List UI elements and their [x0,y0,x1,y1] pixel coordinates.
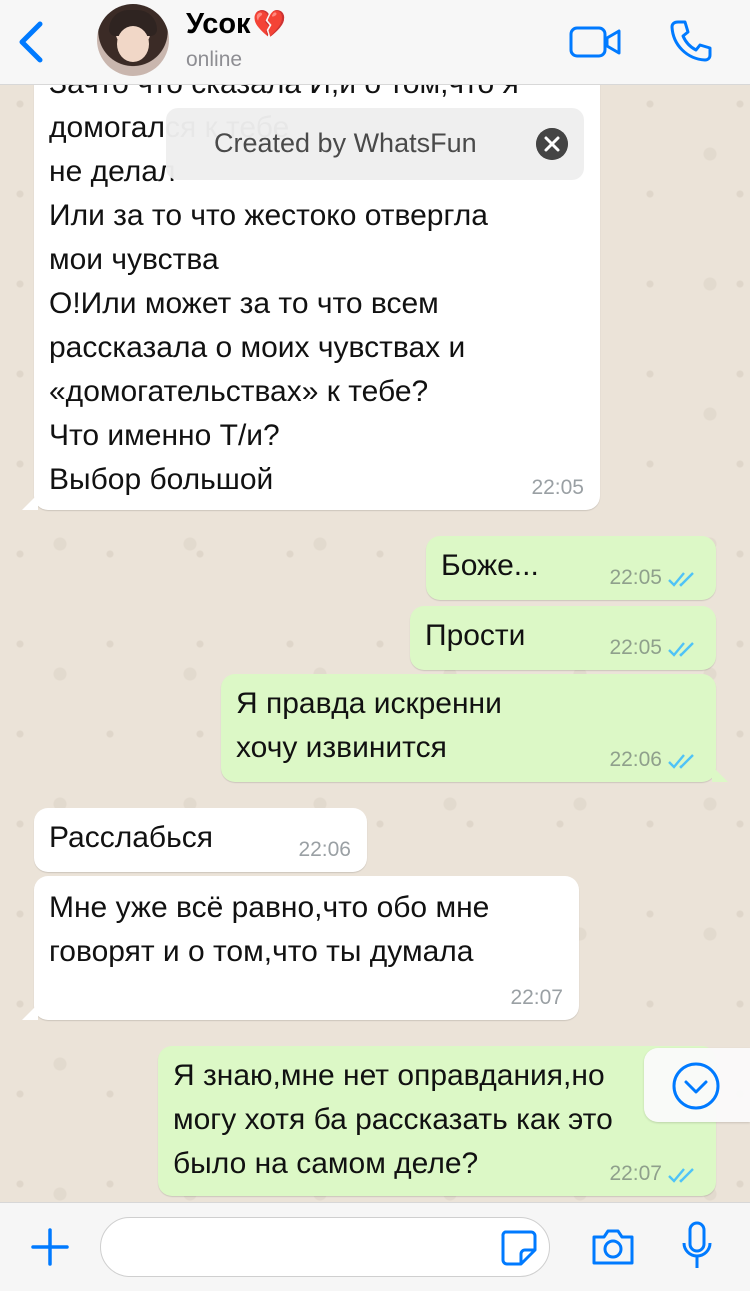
chat-header: Усок💔 online [0,0,750,85]
watermark-text: Created by WhatsFun [214,128,477,158]
message-input-bar [0,1202,750,1291]
camera-icon[interactable] [590,1227,636,1267]
message-time: 22:05 [609,566,662,589]
phone-icon[interactable] [668,18,714,64]
message-text: Мне уже всё равно,что обо мне говорят и … [49,891,490,968]
message-time: 22:06 [298,838,351,861]
message-outgoing[interactable]: Прости 22:05 [410,606,716,670]
message-text: Прости [425,619,526,652]
video-call-icon[interactable] [569,26,621,58]
microphone-icon[interactable] [680,1221,714,1271]
message-time: 22:05 [531,476,584,499]
plus-icon[interactable] [30,1227,70,1267]
message-time: 22:07 [609,1162,662,1185]
double-check-read-icon [668,754,694,769]
contact-status: online [186,48,243,71]
avatar[interactable] [97,4,169,76]
message-outgoing[interactable]: Я правда искренни хочу извинится 22:06 [221,674,728,782]
message-input[interactable] [100,1217,550,1277]
close-icon[interactable] [536,128,568,160]
message-incoming[interactable]: Расслабься 22:06 [34,808,367,872]
chat-background: Зачто что сказала И,и о том,что я домога… [0,84,750,1202]
message-text: Я правда искренни хочу извинится [236,687,502,764]
double-check-read-icon [668,642,694,657]
contact-name[interactable]: Усок💔 [186,8,286,41]
double-check-read-icon [668,1168,694,1183]
watermark-banner: Created by WhatsFun [166,108,584,180]
message-incoming[interactable]: Мне уже всё равно,что обо мне говорят и … [22,876,579,1020]
message-outgoing[interactable]: Боже... 22:05 [426,536,716,600]
message-time: 22:07 [510,986,563,1009]
broken-heart-emoji: 💔 [252,9,287,39]
message-text: Расслабься [49,821,213,854]
message-outgoing[interactable]: Я знаю,мне нет оправдания,но могу хотя б… [158,1046,716,1196]
chevron-left-icon[interactable] [14,20,48,64]
message-time: 22:06 [609,748,662,771]
chevron-down-icon [672,1062,720,1110]
message-time: 22:05 [609,636,662,659]
scroll-to-bottom-button[interactable] [644,1048,750,1122]
double-check-read-icon [668,572,694,587]
message-text: Боже... [441,549,539,582]
sticker-icon[interactable] [499,1228,537,1266]
